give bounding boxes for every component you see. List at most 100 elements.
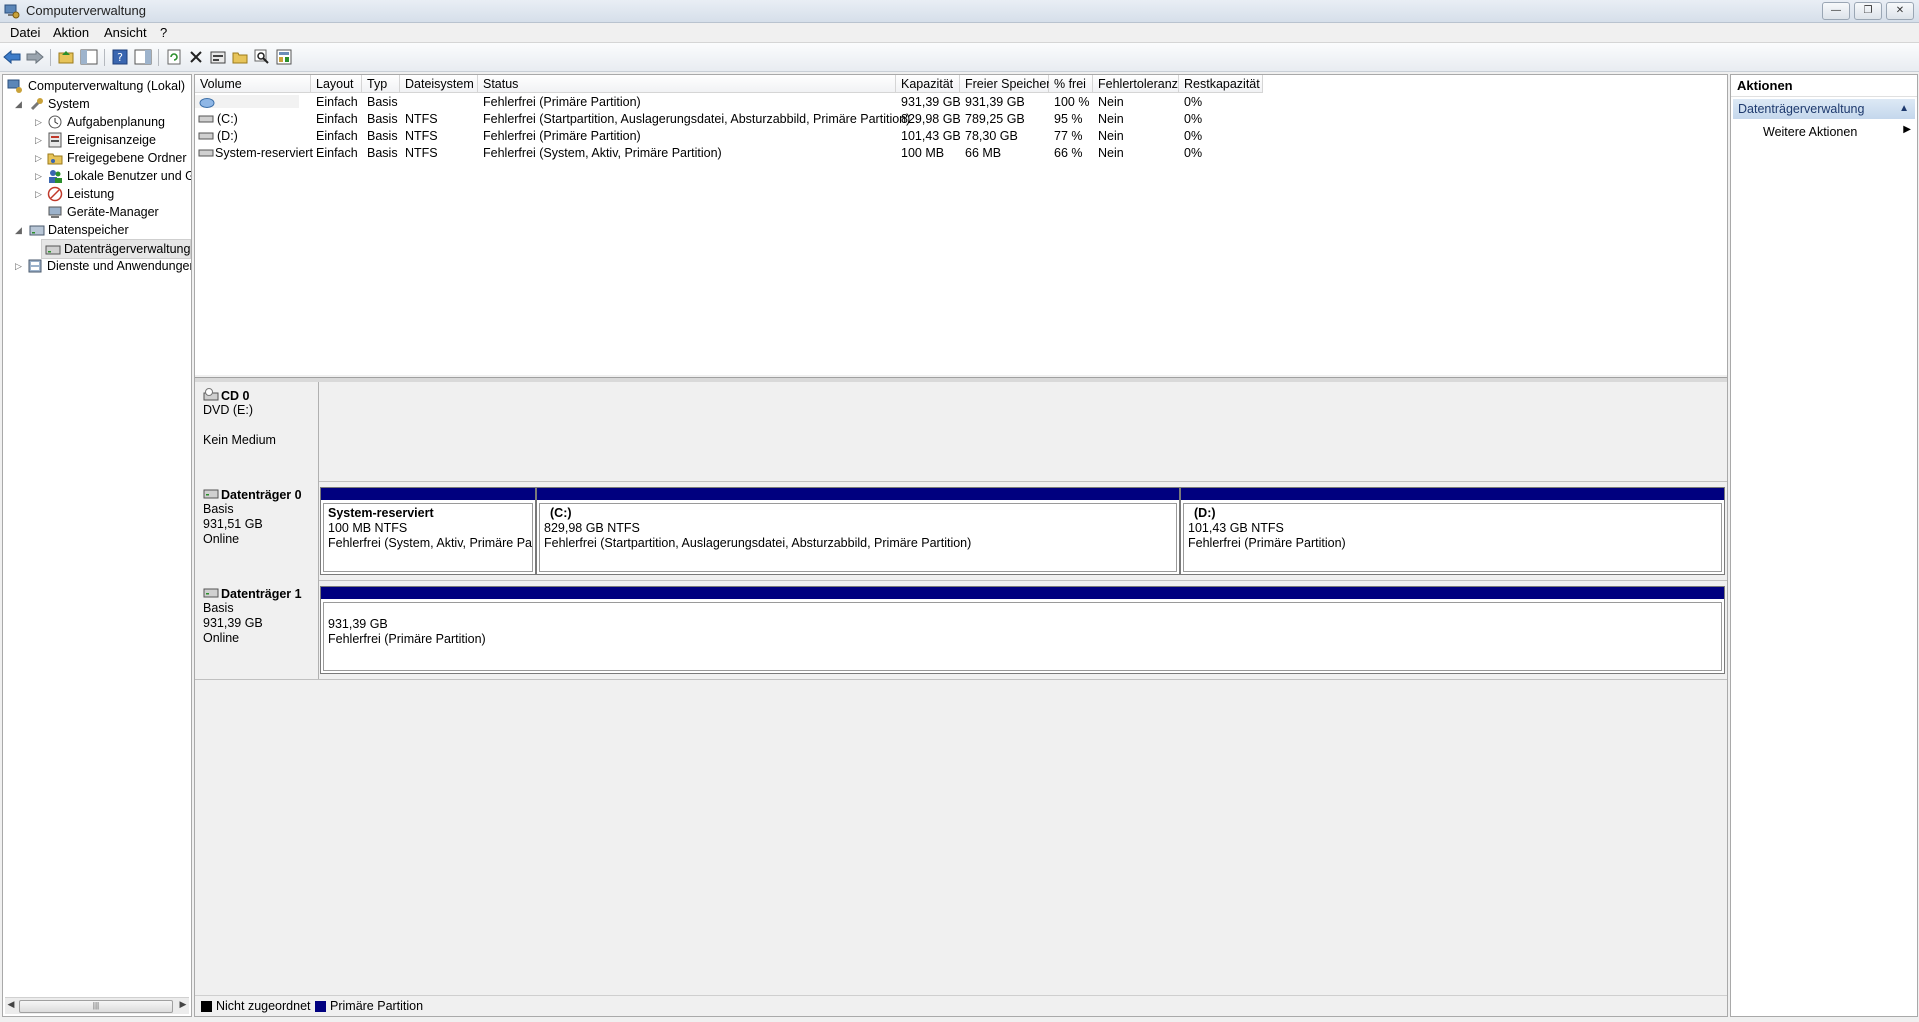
partition-disk1-primary[interactable]: 931,39 GB Fehlerfrei (Primäre Partition) <box>320 586 1725 674</box>
legend-label-unallocated: Nicht zugeordnet <box>216 999 311 1013</box>
column-header-volume[interactable]: Volume <box>195 75 311 93</box>
settings-icon[interactable] <box>274 47 294 67</box>
cd-empty-area <box>320 382 1727 481</box>
expand-icon[interactable]: ▷ <box>35 167 43 185</box>
disk-type: Basis <box>203 601 234 615</box>
column-header-layout[interactable]: Layout <box>311 75 362 93</box>
disk-info-disk0[interactable]: Datenträger 0 Basis 931,51 GB Online <box>195 481 319 580</box>
volume-free: 789,25 GB <box>965 112 1025 126</box>
menu-ansicht[interactable]: Ansicht <box>104 25 147 40</box>
column-header-freier-speicher[interactable]: Freier Speicher <box>960 75 1050 93</box>
close-button[interactable]: ✕ <box>1886 2 1914 20</box>
volume-status: Fehlerfrei (Primäre Partition) <box>483 129 641 143</box>
disk-type: Basis <box>203 502 234 516</box>
column-header-prozent-frei[interactable]: % frei <box>1049 75 1093 93</box>
partition-system-reserved[interactable]: System-reserviert 100 MB NTFS Fehlerfrei… <box>320 487 536 575</box>
scrollbar-thumb[interactable]: ||| <box>19 1000 173 1013</box>
up-folder-icon[interactable] <box>56 47 76 67</box>
volume-percent-free: 77 % <box>1054 129 1083 143</box>
tree-item-datentraegerverwaltung[interactable]: Datenträgerverwaltung <box>41 239 191 259</box>
partition-name: (C:) <box>550 506 572 520</box>
expand-icon[interactable]: ▷ <box>35 149 43 167</box>
actions-header: Aktionen <box>1731 75 1917 97</box>
tree-horizontal-scrollbar[interactable]: ◀ ||| ▶ <box>5 997 189 1014</box>
collapse-up-icon[interactable]: ▲ <box>1899 99 1909 119</box>
menu-bar: Datei Aktion Ansicht ? <box>0 23 1919 43</box>
column-header-status[interactable]: Status <box>478 75 896 93</box>
disk-name: Datenträger 0 <box>221 488 302 502</box>
volume-name: System-reserviert <box>215 146 313 160</box>
disk-type: DVD (E:) <box>203 403 253 417</box>
collapse-icon[interactable]: ◢ <box>15 221 23 239</box>
volume-free: 78,30 GB <box>965 129 1018 143</box>
drive-icon <box>198 132 214 140</box>
partition-status: Fehlerfrei (Primäre Partition) <box>328 632 486 646</box>
actions-section-datentraegerverwaltung[interactable]: Datenträgerverwaltung ▲ <box>1733 99 1915 119</box>
partition-size: 931,39 GB <box>328 617 388 631</box>
help-icon[interactable]: ? <box>110 47 130 67</box>
volume-free: 66 MB <box>965 146 1002 160</box>
show-hide-tree-icon[interactable] <box>79 47 99 67</box>
disk-status: Online <box>203 532 240 546</box>
users-icon <box>49 170 62 183</box>
back-icon[interactable] <box>2 47 22 67</box>
column-header-typ[interactable]: Typ <box>362 75 400 93</box>
menu-aktion[interactable]: Aktion <box>53 25 89 40</box>
minimize-button[interactable]: — <box>1822 2 1850 20</box>
disk-status: Kein Medium <box>203 433 276 447</box>
disk-name: Datenträger 1 <box>221 587 302 601</box>
column-header-fehlertoleranz[interactable]: Fehlertoleranz <box>1093 75 1179 93</box>
partition-bar <box>321 488 535 500</box>
expand-icon[interactable]: ▷ <box>15 257 23 275</box>
action-weitere-aktionen[interactable]: Weitere Aktionen <box>1763 123 1857 141</box>
expand-icon[interactable]: ▷ <box>35 131 43 149</box>
menu-datei[interactable]: Datei <box>10 25 40 40</box>
volume-layout: Einfach <box>316 146 358 160</box>
refresh-icon[interactable] <box>164 47 184 67</box>
tree-item-label: Datenträgerverwaltung <box>64 242 191 256</box>
open-icon[interactable] <box>230 47 250 67</box>
column-header-kapazitaet[interactable]: Kapazität <box>896 75 960 93</box>
tree-item-label: Geräte-Manager <box>67 205 159 219</box>
volume-overhead: 0% <box>1184 95 1203 109</box>
column-header-restkapazitaet[interactable]: Restkapazität <box>1179 75 1263 93</box>
volume-fault-tolerance: Nein <box>1098 129 1124 143</box>
column-header-dateisystem[interactable]: Dateisystem <box>400 75 478 93</box>
scroll-left-icon[interactable]: ◀ <box>5 999 17 1010</box>
volume-filesystem: NTFS <box>405 129 438 143</box>
tree-item-label: System <box>48 97 90 111</box>
volume-percent-free: 100 % <box>1054 95 1090 109</box>
delete-icon[interactable] <box>186 47 206 67</box>
menu-help[interactable]: ? <box>160 25 167 40</box>
performance-icon <box>47 186 63 202</box>
volume-layout: Einfach <box>316 112 358 126</box>
volume-type: Basis <box>367 146 398 160</box>
disk-info-cd0[interactable]: CD 0 DVD (E:) Kein Medium <box>195 382 319 481</box>
partition-status: Fehlerfrei (Primäre Partition) <box>1188 536 1346 550</box>
disk-info-disk1[interactable]: Datenträger 1 Basis 931,39 GB Online <box>195 580 319 679</box>
collapse-icon[interactable]: ◢ <box>15 95 23 113</box>
partition-body: 931,39 GB Fehlerfrei (Primäre Partition) <box>323 602 1722 671</box>
volume-overhead: 0% <box>1184 112 1203 126</box>
search-icon[interactable] <box>252 47 272 67</box>
volume-fault-tolerance: Nein <box>1098 112 1124 126</box>
legend-swatch-primary <box>315 1001 326 1012</box>
actions-pane: Aktionen Datenträgerverwaltung ▲ Weitere… <box>1730 74 1918 1017</box>
expand-icon[interactable]: ▷ <box>35 185 43 203</box>
maximize-button[interactable]: ❐ <box>1854 2 1882 20</box>
forward-icon[interactable] <box>25 47 45 67</box>
partition-status: Fehlerfrei (System, Aktiv, Primäre Parti <box>328 536 533 550</box>
volume-overhead: 0% <box>1184 129 1203 143</box>
expand-icon[interactable]: ▷ <box>35 113 43 131</box>
submenu-arrow-icon[interactable]: ▶ <box>1903 124 1911 135</box>
device-manager-icon <box>48 206 62 218</box>
partition-c[interactable]: (C:) 829,98 GB NTFS Fehlerfrei (Startpar… <box>536 487 1180 575</box>
partition-size: 100 MB NTFS <box>328 521 408 535</box>
partition-d[interactable]: (D:) 101,43 GB NTFS Fehlerfrei (Primäre … <box>1180 487 1725 575</box>
tree-item-label: Datenspeicher <box>48 223 129 237</box>
volume-status: Fehlerfrei (Primäre Partition) <box>483 95 641 109</box>
properties-icon[interactable] <box>208 47 228 67</box>
show-hide-action-pane-icon[interactable] <box>133 47 153 67</box>
scroll-right-icon[interactable]: ▶ <box>177 999 189 1010</box>
volume-icon <box>199 98 215 108</box>
